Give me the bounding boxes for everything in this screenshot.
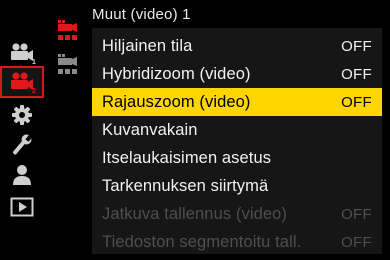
tab-badge-1: 1: [32, 59, 36, 64]
person-icon: [13, 165, 31, 185]
subpage-1-icon: [58, 20, 77, 40]
tab-playback[interactable]: [0, 194, 44, 220]
menu-item-value: OFF: [341, 65, 372, 83]
video-camera-1-icon: 1: [11, 43, 36, 64]
menu-item-image-stabilizer[interactable]: Kuvanvakain: [92, 116, 382, 144]
tab-custom[interactable]: [0, 132, 44, 158]
camera-menu-screen: 1 2 Muut (video) 1 Hiljainen tila OFF Hy…: [0, 0, 390, 260]
tab-badge-2: 2: [32, 88, 36, 93]
playback-icon: [10, 197, 34, 217]
tab-video-1[interactable]: 1: [0, 40, 44, 66]
menu-item-label: Itselaukaisimen asetus: [102, 148, 272, 167]
menu-item-label: Tarkennuksen siirtymä: [102, 176, 269, 195]
subpage-1[interactable]: [54, 18, 84, 42]
menu-item-self-timer[interactable]: Itselaukaisimen asetus: [92, 144, 382, 172]
menu-item-label: Rajauszoom (video): [102, 92, 251, 111]
menu-item-value: OFF: [341, 205, 372, 223]
menu-item-segmented-file-recording: Tiedoston segmentoitu tall. OFF: [92, 228, 382, 256]
wrench-icon: [12, 134, 33, 155]
submenu-title: Muut (video) 1: [92, 6, 191, 23]
subpage-indicators: [54, 18, 84, 78]
menu-item-value: OFF: [341, 233, 372, 251]
subpage-2-icon: [58, 54, 77, 74]
menu-item-label: Tiedoston segmentoitu tall.: [102, 232, 302, 251]
tab-my-menu[interactable]: [0, 162, 44, 188]
menu-item-label: Hybridizoom (video): [102, 64, 251, 83]
main-menu-tabs: 1 2: [0, 0, 46, 260]
menu-item-value: OFF: [341, 37, 372, 55]
menu-item-hybrid-zoom[interactable]: Hybridizoom (video) OFF: [92, 60, 382, 88]
gear-icon: [12, 105, 32, 125]
menu-item-continuous-recording: Jatkuva tallennus (video) OFF: [92, 200, 382, 228]
menu-item-focus-transition[interactable]: Tarkennuksen siirtymä: [92, 172, 382, 200]
video-camera-2-icon: 2: [11, 72, 36, 93]
subpage-2[interactable]: [54, 52, 84, 76]
menu-item-label: Jatkuva tallennus (video): [102, 204, 288, 223]
menu-item-label: Kuvanvakain: [102, 120, 198, 139]
menu-item-crop-zoom[interactable]: Rajauszoom (video) OFF: [92, 88, 382, 116]
settings-menu-list: Hiljainen tila OFF Hybridizoom (video) O…: [92, 28, 382, 254]
tab-video-2[interactable]: 2: [0, 66, 44, 98]
menu-item-label: Hiljainen tila: [102, 36, 193, 55]
tab-setup[interactable]: [0, 102, 44, 128]
menu-item-value: OFF: [341, 93, 372, 111]
menu-item-silent-mode[interactable]: Hiljainen tila OFF: [92, 32, 382, 60]
